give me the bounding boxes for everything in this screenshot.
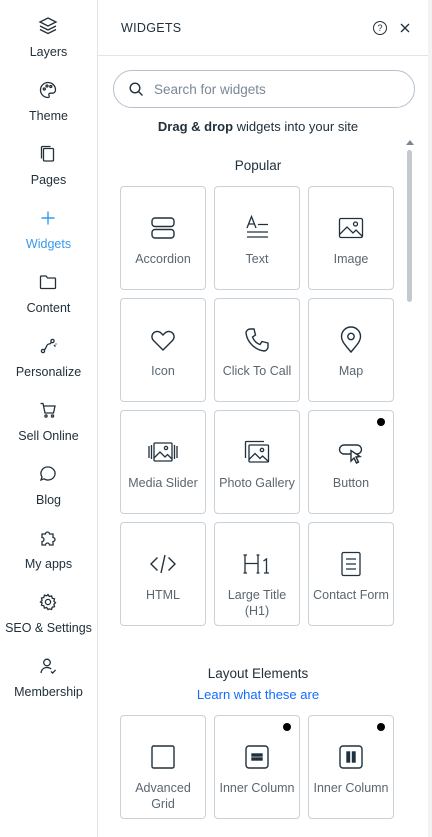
h1-icon — [242, 549, 272, 579]
close-icon[interactable] — [397, 20, 413, 36]
widget-tile-label: Advanced Grid — [135, 781, 191, 811]
widget-tile-inner-column-2[interactable]: Inner Column — [308, 715, 394, 819]
widget-tile-inner-column[interactable]: Inner Column — [214, 715, 300, 819]
scroll-up-arrow[interactable] — [406, 140, 414, 145]
new-badge-dot — [377, 418, 385, 426]
widget-tile-photo-gallery[interactable]: Photo Gallery — [214, 410, 300, 514]
widget-tile-label: Inner Column — [219, 781, 295, 795]
widget-tile-click-to-call[interactable]: Click To Call — [214, 298, 300, 402]
new-badge-dot — [377, 723, 385, 731]
rail-item-widgets[interactable]: Widgets — [0, 204, 97, 260]
widget-tile-label: Large Title (H1) — [227, 588, 287, 618]
rail-item-label: Personalize — [15, 365, 82, 379]
puzzle-icon — [38, 528, 58, 548]
panel-edge — [428, 0, 432, 837]
widget-tile-label: Contact Form — [313, 588, 389, 602]
hint-text: widgets into your site — [233, 119, 359, 134]
rail-item-label: Layers — [29, 45, 68, 59]
grid-icon — [148, 742, 178, 772]
widget-tile-label: Media Slider — [128, 476, 198, 490]
widget-tile-advanced-grid[interactable]: Advanced Grid — [120, 715, 206, 819]
rail-item-label: Content — [26, 301, 71, 315]
rail-item-label: Sell Online — [18, 429, 79, 443]
widget-tile-accordion[interactable]: Accordion — [120, 186, 206, 290]
help-icon[interactable]: ? — [373, 21, 387, 35]
rail-item-my-apps[interactable]: My apps — [0, 524, 97, 580]
section-title-popular: Popular — [234, 158, 282, 173]
rail-item-label: Widgets — [25, 237, 72, 251]
widget-tile-label: Text — [245, 252, 269, 266]
widget-tile-label: Icon — [151, 364, 175, 378]
rail-item-label: Theme — [29, 109, 68, 123]
rail-item-seo-settings[interactable]: SEO & Settings — [0, 588, 97, 644]
heart-icon — [148, 325, 178, 355]
plus-icon — [38, 208, 58, 228]
button-icon — [336, 437, 366, 467]
widget-tile-text[interactable]: Text — [214, 186, 300, 290]
widget-tile-label: Click To Call — [222, 364, 292, 378]
accordion-icon — [148, 213, 178, 243]
rail-item-content[interactable]: Content — [0, 268, 97, 324]
widget-tile-label: HTML — [145, 588, 181, 602]
column-icon — [242, 742, 272, 772]
form-icon — [336, 549, 366, 579]
layers-icon — [38, 16, 58, 36]
code-icon — [148, 549, 178, 579]
left-rail: Layers Theme Pages Widgets Content Perso… — [0, 0, 98, 837]
drag-drop-hint: Drag & drop widgets into your site — [98, 119, 418, 134]
gallery-icon — [242, 437, 272, 467]
search-input[interactable] — [113, 70, 415, 108]
widget-tile-label: Inner Column — [313, 781, 389, 795]
image-icon — [336, 213, 366, 243]
text-icon — [242, 213, 272, 243]
rail-item-label: My apps — [24, 557, 73, 571]
cart-icon — [38, 400, 58, 420]
palette-icon — [38, 80, 58, 100]
panel-header: WIDGETS ? — [98, 0, 432, 56]
gear-icon — [38, 592, 58, 612]
widget-tile-label: Button — [332, 476, 370, 490]
pages-icon — [38, 144, 58, 164]
rail-item-layers[interactable]: Layers — [0, 12, 97, 68]
media-slider-icon — [148, 437, 178, 467]
widget-tile-label: Photo Gallery — [219, 476, 295, 490]
panel-title: WIDGETS — [121, 21, 182, 35]
rail-item-theme[interactable]: Theme — [0, 76, 97, 132]
widget-tile-label: Accordion — [135, 252, 191, 266]
rail-item-sell-online[interactable]: Sell Online — [0, 396, 97, 452]
section-title-layout-elements: Layout Elements — [207, 666, 309, 681]
search-icon — [128, 81, 145, 98]
rail-item-label: Membership — [14, 685, 83, 699]
person-icon — [38, 656, 58, 676]
widget-tile-contact-form[interactable]: Contact Form — [308, 522, 394, 626]
rail-item-pages[interactable]: Pages — [0, 140, 97, 196]
scrollbar-thumb[interactable] — [407, 150, 412, 302]
rail-item-personalize[interactable]: Personalize — [0, 332, 97, 388]
widgets-panel: WIDGETS ? Drag & drop widgets into your … — [98, 0, 432, 837]
phone-icon — [242, 325, 272, 355]
rail-item-label: Blog — [35, 493, 62, 507]
widget-tile-html[interactable]: HTML — [120, 522, 206, 626]
rail-item-label: Pages — [30, 173, 67, 187]
folder-icon — [38, 272, 58, 292]
rail-item-membership[interactable]: Membership — [0, 652, 97, 708]
new-badge-dot — [283, 723, 291, 731]
widget-tile-image[interactable]: Image — [308, 186, 394, 290]
personalize-icon — [38, 336, 58, 356]
widget-tile-icon[interactable]: Icon — [120, 298, 206, 402]
widget-tile-map[interactable]: Map — [308, 298, 394, 402]
chat-bubble-icon — [38, 464, 58, 484]
rail-item-blog[interactable]: Blog — [0, 460, 97, 516]
map-pin-icon — [336, 325, 366, 355]
search-field[interactable] — [154, 79, 394, 99]
column-pause-icon — [336, 742, 366, 772]
widget-tile-button[interactable]: Button — [308, 410, 394, 514]
learn-what-these-are-link[interactable]: Learn what these are — [98, 687, 418, 702]
hint-bold: Drag & drop — [157, 119, 234, 134]
widget-tile-label: Map — [338, 364, 364, 378]
widget-tile-media-slider[interactable]: Media Slider — [120, 410, 206, 514]
rail-item-label: SEO & Settings — [5, 621, 92, 635]
widget-tile-label: Image — [333, 252, 369, 266]
widget-tile-large-title[interactable]: Large Title (H1) — [214, 522, 300, 626]
